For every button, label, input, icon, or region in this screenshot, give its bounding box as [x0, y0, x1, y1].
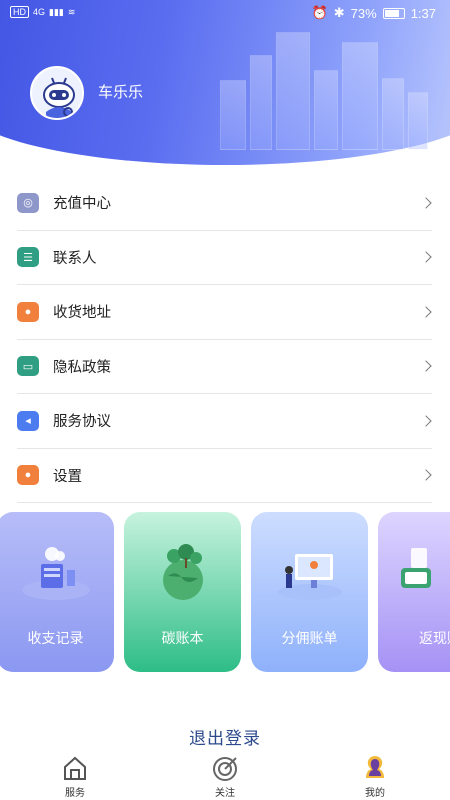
card-label: 分佣账单	[281, 630, 338, 646]
chevron-right-icon	[420, 415, 432, 427]
chevron-right-icon	[420, 251, 432, 263]
card-label: 返现账	[419, 630, 450, 646]
feature-cards: 收支记录 碳账本 分佣账单 返现账	[0, 512, 450, 672]
cashback-illustration-icon	[401, 548, 431, 588]
privacy-icon: ▭	[17, 356, 39, 377]
carbon-illustration-icon	[162, 544, 203, 600]
user-icon	[366, 756, 384, 778]
menu-item-label: 收货地址	[53, 305, 111, 322]
tab-service[interactable]: 服务	[35, 752, 115, 800]
agreement-icon: ◂	[17, 410, 39, 431]
card-carbon[interactable]: 碳账本	[124, 512, 241, 672]
card-cashback[interactable]: 返现账	[378, 512, 450, 672]
menu-item-settings[interactable]: ● 设置	[17, 449, 432, 503]
clock-time: 1:37	[410, 5, 436, 21]
contacts-icon: ☰	[17, 247, 39, 268]
menu-item-label: 联系人	[53, 250, 97, 267]
menu-item-privacy[interactable]: ▭ 隐私政策	[17, 340, 432, 394]
menu-item-label: 服务协议	[53, 414, 111, 431]
tab-label: 服务	[65, 788, 85, 799]
target-icon	[213, 757, 237, 781]
tab-follow[interactable]: 关注	[185, 752, 265, 800]
menu-item-label: 隐私政策	[53, 359, 111, 376]
card-commission[interactable]: 分佣账单	[251, 512, 368, 672]
chevron-right-icon	[420, 469, 432, 481]
signal-icon: ▮▮▮	[49, 6, 64, 17]
avatar[interactable]	[30, 66, 84, 120]
menu-item-recharge[interactable]: ◎ 充值中心	[17, 176, 432, 231]
hd-indicator: HD	[10, 6, 29, 18]
status-bar: HD 4G ▮▮▮ ≋ ⏰ ✱ 73% 1:37	[0, 0, 450, 26]
tab-label: 我的	[365, 788, 385, 799]
logout-button[interactable]: 退出登录	[0, 724, 450, 749]
battery-icon	[382, 7, 405, 19]
tab-label: 关注	[215, 788, 235, 799]
recharge-icon: ◎	[17, 192, 39, 213]
menu-item-label: 设置	[53, 468, 82, 485]
address-icon: ●	[17, 301, 39, 322]
profile-header: HD 4G ▮▮▮ ≋ ⏰ ✱ 73% 1:37 车乐乐	[0, 0, 450, 168]
bluetooth-icon: ✱	[333, 5, 345, 20]
chevron-right-icon	[420, 360, 432, 372]
city-skyline-decoration	[220, 30, 430, 150]
chevron-right-icon	[420, 306, 432, 318]
home-icon	[64, 756, 86, 780]
network-indicator: 4G	[33, 7, 46, 17]
ledger-illustration-icon	[21, 547, 90, 600]
menu-item-contacts[interactable]: ☰ 联系人	[17, 231, 432, 285]
settings-icon: ●	[17, 465, 39, 486]
card-ledger[interactable]: 收支记录	[0, 512, 114, 672]
bottom-tab-bar: 服务 关注 我的	[0, 752, 450, 800]
chevron-right-icon	[420, 197, 432, 209]
tab-mine[interactable]: 我的	[335, 752, 415, 800]
battery-percent: 73%	[350, 5, 377, 21]
menu-item-label: 充值中心	[53, 196, 111, 213]
card-label: 碳账本	[161, 630, 204, 646]
alarm-icon: ⏰	[311, 5, 328, 20]
card-label: 收支记录	[27, 630, 84, 646]
settings-menu: ◎ 充值中心 ☰ 联系人 ● 收货地址 ▭ 隐私政策 ◂ 服务协议 ● 设置	[17, 176, 432, 503]
wifi-icon: ≋	[67, 6, 76, 17]
menu-item-agreement[interactable]: ◂ 服务协议	[17, 394, 432, 449]
menu-item-address[interactable]: ● 收货地址	[17, 285, 432, 340]
username: 车乐乐	[98, 84, 144, 101]
commission-illustration-icon	[277, 554, 342, 600]
